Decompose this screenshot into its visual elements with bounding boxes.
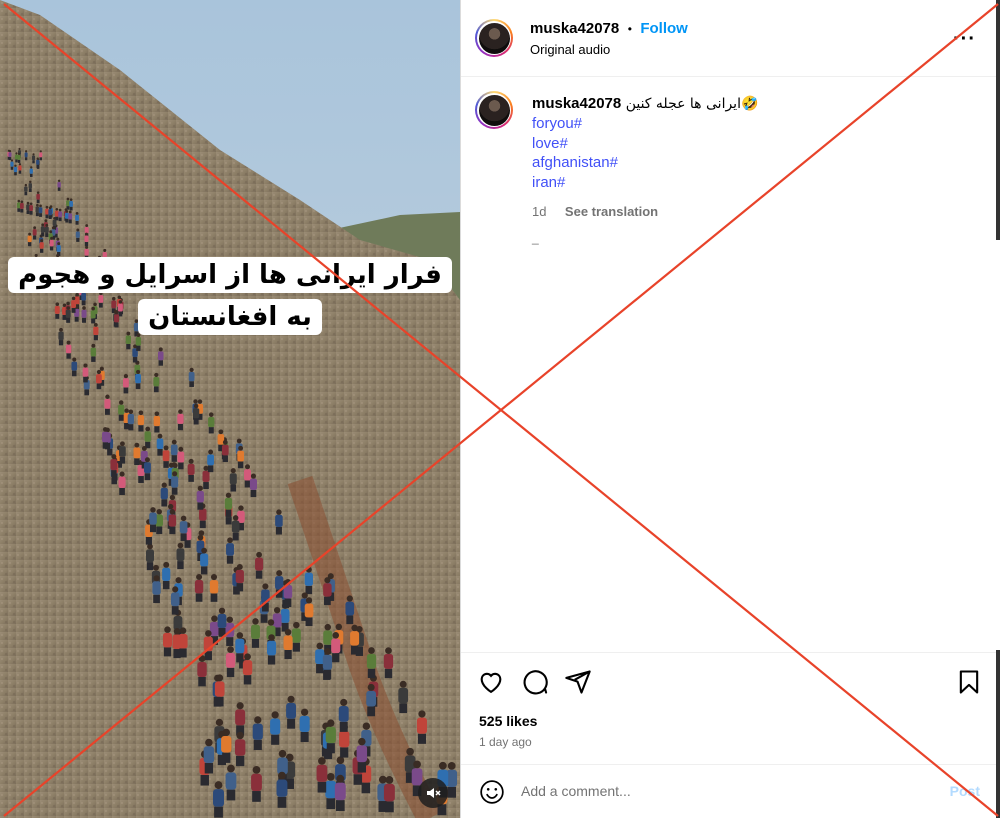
hillside-video-frame: [0, 0, 460, 818]
post-comment-button[interactable]: Post: [950, 783, 980, 799]
avatar[interactable]: [475, 19, 513, 57]
overlay-line-1: فرار ایرانی ها از اسرایل و هجوم: [8, 257, 452, 293]
separator-dot: •: [627, 22, 632, 36]
see-translation-button[interactable]: See translation: [565, 204, 658, 219]
scrollbar-thumb[interactable]: [996, 0, 1000, 240]
heart-icon[interactable]: [477, 668, 505, 696]
hashtag-link[interactable]: foryou#: [532, 114, 972, 134]
post-panel: muska42078 • Follow Original audio ··· m…: [461, 0, 1000, 818]
bookmark-icon[interactable]: [955, 668, 983, 696]
likes-count[interactable]: 525 likes: [479, 713, 537, 729]
caption-avatar[interactable]: [475, 91, 513, 129]
caption-underscore: _: [532, 231, 539, 245]
hashtag-link[interactable]: afghanistan#: [532, 153, 972, 173]
comment-input[interactable]: Add a comment...: [521, 783, 631, 799]
speaker-muted-icon: [427, 788, 441, 798]
caption-text: ایرانی ها عجله کنین🤣: [625, 96, 759, 112]
caption-profile-photo: [478, 94, 510, 126]
hashtag-link[interactable]: love#: [532, 134, 972, 154]
audio-label[interactable]: Original audio: [530, 42, 610, 57]
comment-bar: Add a comment... Post: [461, 764, 1000, 819]
video-caption-overlay: فرار ایرانی ها از اسرایل و هجوم به افغان…: [0, 255, 460, 338]
scrollbar-thumb-lower[interactable]: [996, 650, 1000, 818]
hashtag-link[interactable]: iran#: [532, 173, 972, 193]
more-options-icon[interactable]: ···: [953, 28, 976, 51]
video-player[interactable]: فرار ایرانی ها از اسرایل و هجوم به افغان…: [0, 0, 460, 818]
comment-icon[interactable]: [521, 668, 549, 696]
emoji-icon[interactable]: [479, 779, 505, 805]
caption-username[interactable]: muska42078: [532, 95, 621, 112]
profile-photo: [478, 22, 510, 54]
caption-time[interactable]: 1d: [532, 204, 546, 219]
overlay-line-2: به افغانستان: [138, 298, 322, 335]
post-header: muska42078 • Follow Original audio ···: [461, 0, 1000, 77]
mute-button[interactable]: [418, 778, 448, 808]
share-icon[interactable]: [564, 668, 592, 696]
header-username[interactable]: muska42078: [530, 20, 619, 37]
post-time[interactable]: 1 day ago: [479, 735, 532, 749]
follow-button[interactable]: Follow: [640, 20, 688, 37]
